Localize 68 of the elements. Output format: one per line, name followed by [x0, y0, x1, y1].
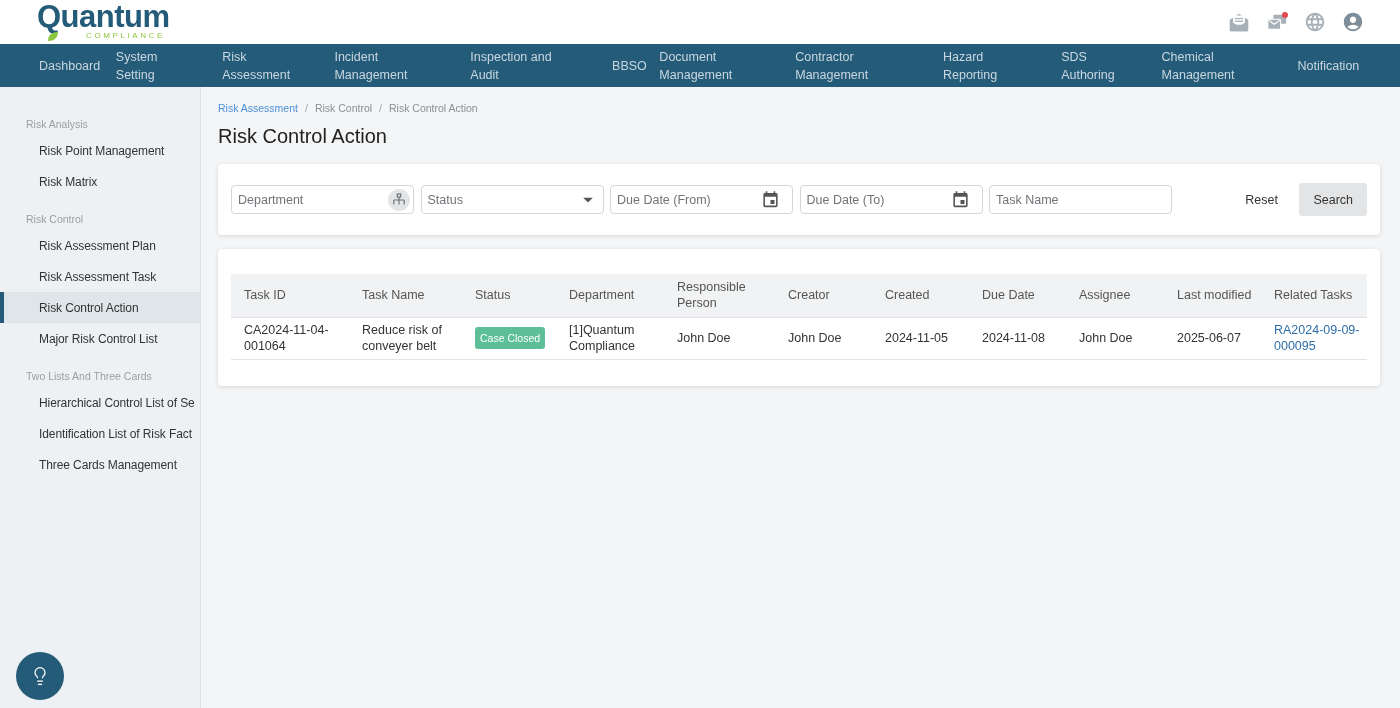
table-cell: 2025-06-07 — [1164, 317, 1261, 359]
column-header: Due Date — [969, 274, 1066, 317]
sidebar-section-title: Risk Control — [25, 212, 85, 226]
nav-item[interactable]: BBSO — [612, 56, 647, 75]
table-cell: 2024-11-05 — [872, 317, 969, 359]
lightbulb-button[interactable] — [16, 652, 64, 700]
nav-item[interactable]: Notification — [1297, 56, 1360, 75]
breadcrumb-separator: / — [379, 101, 382, 115]
nav-item[interactable]: Chemical Management — [1161, 47, 1235, 84]
globe-icon[interactable] — [1304, 11, 1326, 33]
nav-item[interactable]: Contractor Management — [795, 47, 869, 84]
sidebar-item[interactable]: Identification List of Risk Fact — [0, 418, 200, 449]
nav-item[interactable]: Risk Assessment — [222, 47, 291, 84]
sidebar-section-title: Two Lists And Three Cards — [25, 369, 153, 383]
mail-open-icon[interactable] — [1228, 11, 1250, 33]
column-header: Responsible Person — [664, 274, 775, 317]
table-cell: John Doe — [1066, 317, 1164, 359]
column-header: Task Name — [349, 274, 462, 317]
nav-item[interactable]: Dashboard — [39, 56, 101, 75]
date-field[interactable]: Due Date (To) — [799, 185, 983, 214]
sidebar-item[interactable]: Hierarchical Control List of Se — [0, 387, 200, 418]
table-cell: John Doe — [664, 317, 775, 359]
table-cell: [1]Quantum Compliance — [556, 317, 664, 359]
sidebar-item[interactable]: Risk Control Action — [0, 292, 200, 323]
hierarchy-icon[interactable] — [388, 188, 410, 211]
caret-icon[interactable] — [582, 197, 593, 202]
calendar-icon[interactable] — [761, 190, 780, 209]
column-header: Department — [556, 274, 664, 317]
column-header: Creator — [775, 274, 872, 317]
column-header: Task ID — [231, 274, 349, 317]
column-header: Status — [462, 274, 556, 317]
related-task-link[interactable]: RA2024-09-09-000095 — [1274, 322, 1363, 354]
sidebar-item[interactable]: Risk Matrix — [0, 166, 200, 197]
breadcrumb-separator: / — [304, 101, 308, 115]
column-header: Last modified — [1164, 274, 1261, 317]
sidebar-item[interactable]: Major Risk Control List — [0, 323, 200, 354]
breadcrumb-link[interactable]: Risk Assessment — [218, 101, 298, 115]
table-cell: Reduce risk of conveyer belt — [349, 317, 462, 359]
select-field[interactable]: Status — [420, 185, 604, 214]
reset-button[interactable]: Reset — [1231, 183, 1292, 216]
nav-item[interactable]: Incident Management — [334, 47, 408, 84]
nav-item[interactable]: Document Management — [659, 47, 733, 84]
breadcrumb-item: Risk Control — [314, 101, 373, 115]
date-field[interactable]: Due Date (From) — [610, 185, 793, 214]
status-badge: Case Closed — [475, 327, 546, 349]
nav-item[interactable]: System Setting — [115, 47, 158, 84]
table-cell: John Doe — [775, 317, 872, 359]
text-field[interactable]: Task Name — [989, 185, 1172, 214]
breadcrumb-item: Risk Control Action — [389, 101, 478, 115]
user-account-icon[interactable] — [1342, 11, 1364, 33]
department-tree-field[interactable]: Department — [231, 185, 414, 214]
column-header: Related Tasks — [1261, 274, 1367, 317]
sidebar-section-title: Risk Analysis — [25, 117, 89, 131]
sidebar-item[interactable]: Risk Assessment Task — [0, 261, 200, 292]
calendar-icon[interactable] — [950, 190, 970, 209]
table-cell: CA2024-11-04-001064 — [231, 317, 349, 359]
logo-tagline: COMPLIANCE — [86, 31, 165, 41]
sidebar-item[interactable]: Risk Point Management — [0, 135, 200, 166]
nav-item[interactable]: Hazard Reporting — [942, 47, 998, 84]
sidebar-item[interactable]: Three Cards Management — [0, 449, 200, 480]
column-header: Assignee — [1066, 274, 1164, 317]
nav-item[interactable]: Inspection and Audit — [470, 47, 552, 84]
search-button[interactable]: Search — [1299, 183, 1367, 216]
table-cell: 2024-11-08 — [969, 317, 1066, 359]
sidebar-item[interactable]: Risk Assessment Plan — [0, 230, 200, 261]
column-header: Created — [872, 274, 969, 317]
page-title: Risk Control Action — [218, 124, 388, 148]
nav-item[interactable]: SDS Authoring — [1061, 47, 1115, 84]
